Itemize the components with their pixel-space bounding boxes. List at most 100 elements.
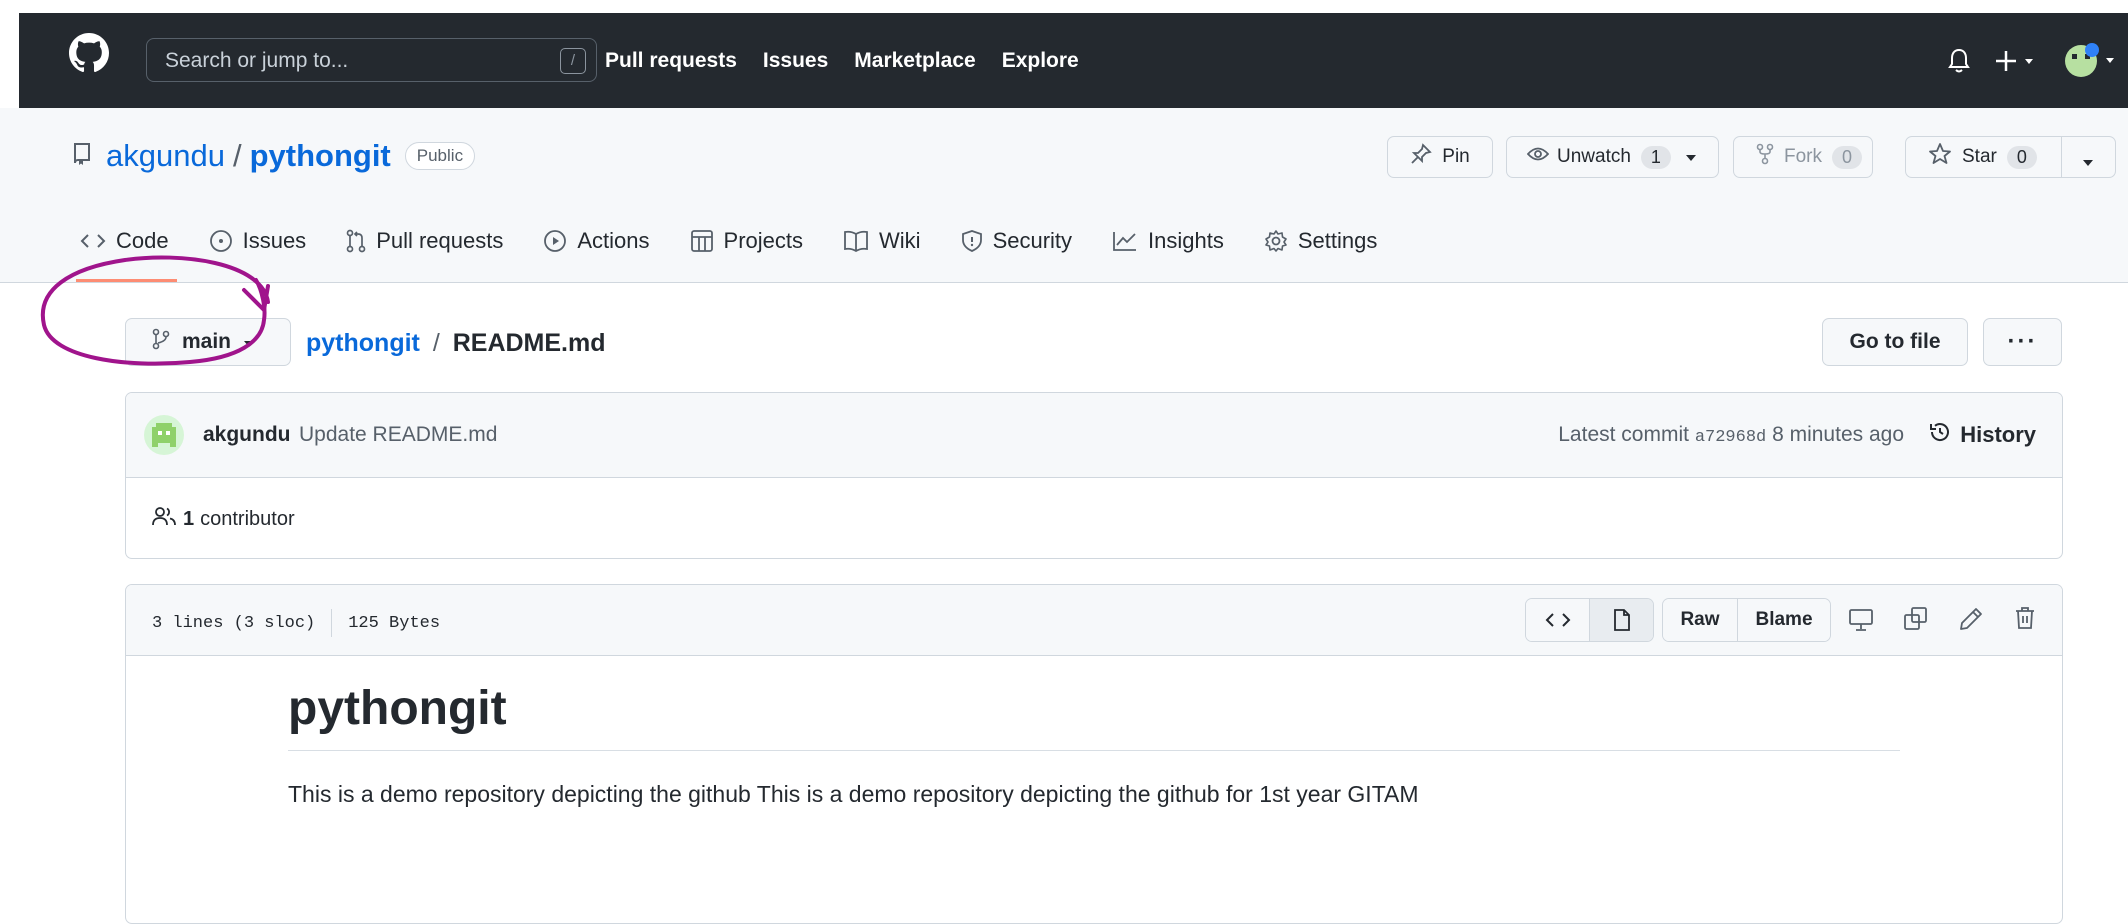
file-lines: 3 lines (3 sloc)	[152, 613, 316, 633]
go-to-file-button[interactable]: Go to file	[1822, 318, 1968, 366]
file-size: 125 Bytes	[348, 613, 441, 633]
nav-pull-requests[interactable]: Pull requests	[605, 49, 737, 73]
tab-projects[interactable]: Projects	[690, 200, 803, 282]
pin-icon	[1410, 143, 1433, 171]
tab-wiki-label: Wiki	[879, 228, 921, 253]
shield-icon	[961, 230, 982, 252]
copy-icon[interactable]	[1903, 606, 1929, 637]
file-info-divider	[331, 609, 333, 637]
star-count: 0	[2006, 145, 2037, 169]
github-logo-icon[interactable]	[69, 33, 109, 78]
unwatch-label: Unwatch	[1557, 146, 1631, 167]
star-button[interactable]: Star 0	[1905, 136, 2116, 178]
breadcrumb-separator: /	[432, 329, 440, 357]
plus-icon[interactable]	[1994, 48, 2038, 79]
avatar[interactable]	[2062, 41, 2122, 86]
nav-issues[interactable]: Issues	[763, 49, 828, 73]
fork-count: 0	[1832, 145, 1863, 169]
code-icon	[1545, 613, 1570, 627]
top-strip	[0, 0, 2128, 13]
tab-wiki[interactable]: Wiki	[843, 200, 921, 282]
trash-icon[interactable]	[2013, 605, 2037, 636]
search-placeholder: Search or jump to...	[165, 49, 349, 72]
people-icon	[151, 505, 177, 533]
commit-time: 8 minutes ago	[1772, 423, 1904, 446]
file-header: 3 lines (3 sloc) 125 Bytes Raw Blame	[126, 585, 2062, 656]
more-options-button[interactable]: ···	[1983, 318, 2062, 366]
table-icon	[690, 230, 713, 252]
tab-pull-requests[interactable]: Pull requests	[346, 200, 503, 282]
tab-settings[interactable]: Settings	[1264, 200, 1378, 282]
raw-blame-group: Raw Blame	[1662, 598, 1831, 642]
bell-icon[interactable]	[1947, 48, 1971, 79]
graph-icon	[1113, 232, 1137, 251]
readme-heading: pythongit	[288, 681, 1900, 751]
blame-button[interactable]: Blame	[1737, 599, 1830, 641]
caret-down-icon	[1685, 146, 1697, 168]
pin-label: Pin	[1442, 146, 1470, 167]
latest-commit-prefix: Latest commit	[1558, 423, 1689, 446]
preview-button[interactable]	[1589, 599, 1653, 641]
unwatch-button[interactable]: Unwatch 1	[1506, 136, 1719, 178]
tab-insights[interactable]: Insights	[1112, 200, 1224, 282]
commit-row: akgundu Update README.md Latest commit a…	[126, 393, 2062, 478]
repo-owner-link[interactable]: akgundu	[106, 138, 225, 174]
file-viewer: 3 lines (3 sloc) 125 Bytes Raw Blame pyt…	[125, 584, 2063, 924]
play-icon	[544, 230, 567, 252]
commit-sha[interactable]: a72968d	[1695, 428, 1766, 447]
commit-message[interactable]: Update README.md	[299, 423, 497, 447]
breadcrumb: pythongit / README.md	[306, 329, 606, 358]
repo-header: akgundu / pythongit Public Pin Unwatch 1…	[0, 108, 2128, 283]
readme-paragraph: This is a demo repository depicting the …	[288, 781, 1419, 807]
pencil-icon[interactable]	[1958, 606, 1984, 637]
gear-icon	[1265, 230, 1287, 252]
search-input[interactable]: Search or jump to... /	[146, 38, 597, 82]
repo-icon	[72, 138, 92, 174]
header-nav: Pull requests Issues Marketplace Explore	[605, 13, 1105, 108]
fork-label: Fork	[1784, 146, 1822, 167]
breadcrumb-repo-link[interactable]: pythongit	[306, 329, 420, 357]
visibility-badge: Public	[404, 142, 476, 170]
slash-key-hint: /	[560, 48, 586, 74]
annotation-circle	[40, 255, 270, 366]
contributors-link[interactable]: 1 contributor	[151, 505, 295, 533]
tab-insights-label: Insights	[1148, 228, 1224, 253]
star-label: Star	[1962, 146, 1997, 167]
star-icon	[1928, 142, 1952, 172]
desktop-icon[interactable]	[1848, 607, 1874, 638]
pull-request-icon	[346, 229, 366, 253]
tab-pull-requests-label: Pull requests	[376, 228, 504, 253]
code-icon	[80, 234, 106, 248]
latest-commit-info: Latest commit a72968d 8 minutes ago	[1558, 423, 1904, 447]
raw-button[interactable]: Raw	[1663, 599, 1737, 641]
history-icon	[1928, 420, 1952, 450]
fork-button[interactable]: Fork 0	[1733, 136, 1873, 178]
global-header: Search or jump to... / Pull requests Iss…	[19, 13, 2128, 108]
contributors-label: contributor	[200, 507, 295, 530]
tab-settings-label: Settings	[1297, 228, 1378, 253]
breadcrumb-file: README.md	[452, 329, 606, 357]
file-info: 3 lines (3 sloc) 125 Bytes	[152, 609, 440, 637]
star-divider	[2061, 137, 2062, 177]
watch-count: 1	[1640, 145, 1671, 169]
book-icon	[844, 230, 868, 252]
history-link[interactable]: History	[1928, 420, 2036, 450]
view-toggle	[1525, 598, 1654, 642]
eye-icon	[1526, 146, 1550, 168]
tab-security[interactable]: Security	[961, 200, 1072, 282]
history-label: History	[1960, 422, 2036, 447]
code-view-button[interactable]	[1526, 599, 1589, 641]
repo-separator: /	[232, 138, 242, 173]
star-dropdown-icon[interactable]	[2082, 151, 2094, 173]
tab-actions[interactable]: Actions	[543, 200, 650, 282]
file-icon	[1613, 609, 1630, 631]
nav-marketplace[interactable]: Marketplace	[854, 49, 975, 73]
commit-author[interactable]: akgundu	[203, 423, 291, 447]
pin-button[interactable]: Pin	[1387, 136, 1493, 178]
tab-actions-label: Actions	[577, 228, 650, 253]
contributors-count: 1	[183, 507, 195, 530]
latest-commit-box: akgundu Update README.md Latest commit a…	[125, 392, 2063, 559]
repo-name-link[interactable]: pythongit	[250, 138, 391, 174]
nav-explore[interactable]: Explore	[1002, 49, 1079, 73]
author-avatar[interactable]	[144, 415, 184, 455]
